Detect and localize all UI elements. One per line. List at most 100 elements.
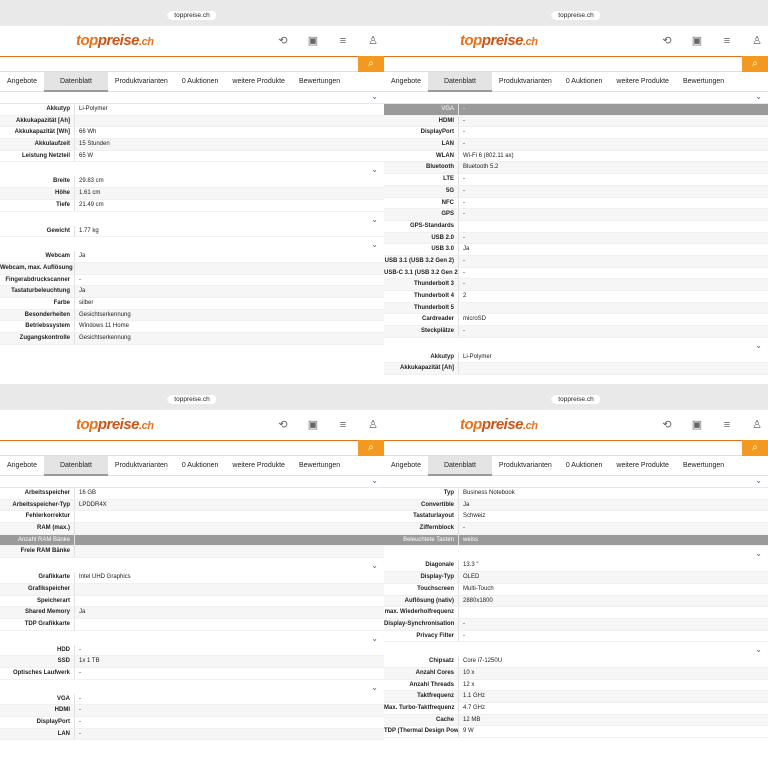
search-button[interactable]: ⌕	[358, 440, 384, 456]
search-bar[interactable]: ⌕	[384, 440, 768, 456]
tab-weitere-produkte[interactable]: weitere Produkte	[225, 456, 292, 476]
tab-angebote[interactable]: Angebote	[0, 72, 44, 92]
spec-content: Arbeitsspeicher 16 GB Arbeitsspeicher-Typ L…	[0, 488, 384, 741]
list-icon[interactable]: ≡	[720, 418, 734, 432]
section-toggle[interactable]: ⌄	[0, 631, 384, 645]
section-toggle[interactable]: ⌄	[0, 237, 384, 251]
tab-angebote[interactable]: Angebote	[0, 456, 44, 476]
spec-label: Freie RAM Bänke	[20, 548, 70, 555]
list-icon[interactable]: ≡	[720, 34, 734, 48]
section-toggle[interactable]: ⌄	[0, 162, 384, 176]
chevron-down-icon[interactable]: ⌄	[371, 165, 378, 174]
tab-datenblatt[interactable]: Datenblatt	[427, 71, 492, 92]
section-toggle[interactable]: ⌄	[0, 680, 384, 694]
tab-bewertungen[interactable]: Bewertungen	[676, 72, 731, 92]
section-toggle[interactable]: ⌄	[384, 338, 768, 352]
section-toggle[interactable]: ⌄	[0, 212, 384, 226]
compare-icon[interactable]: ▣	[306, 34, 320, 48]
search-button[interactable]: ⌕	[358, 56, 384, 72]
chevron-down-icon[interactable]: ⌄	[755, 645, 762, 654]
spec-row: USB-C 3.1 (USB 3.2 Gen 2) -	[384, 267, 768, 280]
site-logo[interactable]: toppreise.ch	[460, 32, 538, 49]
url-pill[interactable]: toppreise.ch	[167, 395, 217, 404]
spec-label: SSD	[57, 658, 70, 665]
user-icon[interactable]: ♙	[750, 418, 764, 432]
spec-label: Akkukapazität [Ah]	[399, 365, 454, 372]
tab-produktvarianten[interactable]: Produktvarianten	[492, 456, 559, 476]
chevron-down-icon[interactable]: ⌄	[371, 240, 378, 249]
tab-0-auktionen[interactable]: 0 Auktionen	[175, 72, 226, 92]
tab-datenblatt[interactable]: Datenblatt	[43, 71, 108, 92]
history-icon[interactable]: ⟲	[660, 34, 674, 48]
tab-0-auktionen[interactable]: 0 Auktionen	[559, 456, 610, 476]
tab-bewertungen[interactable]: Bewertungen	[292, 72, 347, 92]
tab-weitere-produkte[interactable]: weitere Produkte	[609, 456, 676, 476]
tab-0-auktionen[interactable]: 0 Auktionen	[175, 456, 226, 476]
spec-value: -	[458, 523, 465, 534]
section-toggle[interactable]: ⌄	[384, 546, 768, 560]
logo-ch: .ch	[523, 420, 538, 432]
list-icon[interactable]: ≡	[336, 34, 350, 48]
tab-bewertungen[interactable]: Bewertungen	[292, 456, 347, 476]
tab-weitere-produkte[interactable]: weitere Produkte	[225, 72, 292, 92]
spec-label: Tiefe	[56, 201, 70, 208]
chevron-down-icon[interactable]: ⌄	[755, 476, 762, 485]
section-toggle[interactable]: ⌄	[384, 642, 768, 656]
spec-row: Anzahl Threads 12 x	[384, 679, 768, 692]
spec-value: weiss	[458, 534, 478, 546]
spec-section: Chipsatz Core i7-1250U Anzahl Cores 10 x Anz…	[384, 656, 768, 739]
product-tabs: Angebote Datenblatt Produktvarianten 0 Aukt…	[384, 455, 768, 476]
history-icon[interactable]: ⟲	[660, 418, 674, 432]
user-icon[interactable]: ♙	[750, 34, 764, 48]
chevron-down-icon[interactable]: ⌄	[371, 476, 378, 485]
url-pill[interactable]: toppreise.ch	[551, 11, 601, 20]
chevron-down-icon[interactable]: ⌄	[371, 561, 378, 570]
site-logo[interactable]: toppreise.ch	[76, 416, 154, 433]
spec-value: -	[74, 693, 81, 705]
chevron-down-icon[interactable]: ⌄	[371, 92, 378, 101]
spec-label: HDMI	[438, 117, 454, 124]
site-logo[interactable]: toppreise.ch	[460, 416, 538, 433]
chevron-down-icon[interactable]: ⌄	[371, 215, 378, 224]
list-icon[interactable]: ≡	[336, 418, 350, 432]
chevron-down-icon[interactable]: ⌄	[371, 634, 378, 643]
section-toggle[interactable]: ⌄	[0, 476, 384, 488]
tab-0-auktionen[interactable]: 0 Auktionen	[559, 72, 610, 92]
url-pill[interactable]: toppreise.ch	[551, 395, 601, 404]
site-logo[interactable]: toppreise.ch	[76, 32, 154, 49]
search-bar[interactable]: ⌕	[0, 440, 384, 456]
spec-label: Webcam	[45, 253, 70, 260]
section-toggle[interactable]: ⌄	[384, 476, 768, 488]
history-icon[interactable]: ⟲	[276, 418, 290, 432]
chevron-down-icon[interactable]: ⌄	[755, 341, 762, 350]
spec-value: Li-Polymer	[74, 104, 108, 115]
browser-url-bar: toppreise.ch	[0, 384, 384, 410]
search-button[interactable]: ⌕	[742, 56, 768, 72]
compare-icon[interactable]: ▣	[690, 418, 704, 432]
section-toggle[interactable]: ⌄	[384, 92, 768, 104]
search-button[interactable]: ⌕	[742, 440, 768, 456]
tab-produktvarianten[interactable]: Produktvarianten	[492, 72, 559, 92]
section-toggle[interactable]: ⌄	[0, 558, 384, 572]
tab-angebote[interactable]: Angebote	[384, 72, 428, 92]
compare-icon[interactable]: ▣	[690, 34, 704, 48]
url-pill[interactable]: toppreise.ch	[167, 11, 217, 20]
user-icon[interactable]: ♙	[366, 418, 380, 432]
tab-datenblatt[interactable]: Datenblatt	[427, 455, 492, 476]
user-icon[interactable]: ♙	[366, 34, 380, 48]
compare-icon[interactable]: ▣	[306, 418, 320, 432]
tab-datenblatt[interactable]: Datenblatt	[43, 455, 108, 476]
spec-row: LAN -	[384, 139, 768, 151]
history-icon[interactable]: ⟲	[276, 34, 290, 48]
tab-produktvarianten[interactable]: Produktvarianten	[108, 72, 175, 92]
chevron-down-icon[interactable]: ⌄	[755, 549, 762, 558]
tab-weitere-produkte[interactable]: weitere Produkte	[609, 72, 676, 92]
tab-angebote[interactable]: Angebote	[384, 456, 428, 476]
chevron-down-icon[interactable]: ⌄	[755, 92, 762, 101]
tab-bewertungen[interactable]: Bewertungen	[676, 456, 731, 476]
tab-produktvarianten[interactable]: Produktvarianten	[108, 456, 175, 476]
search-bar[interactable]: ⌕	[0, 56, 384, 72]
search-bar[interactable]: ⌕	[384, 56, 768, 72]
section-toggle[interactable]: ⌄	[0, 92, 384, 104]
chevron-down-icon[interactable]: ⌄	[371, 683, 378, 692]
